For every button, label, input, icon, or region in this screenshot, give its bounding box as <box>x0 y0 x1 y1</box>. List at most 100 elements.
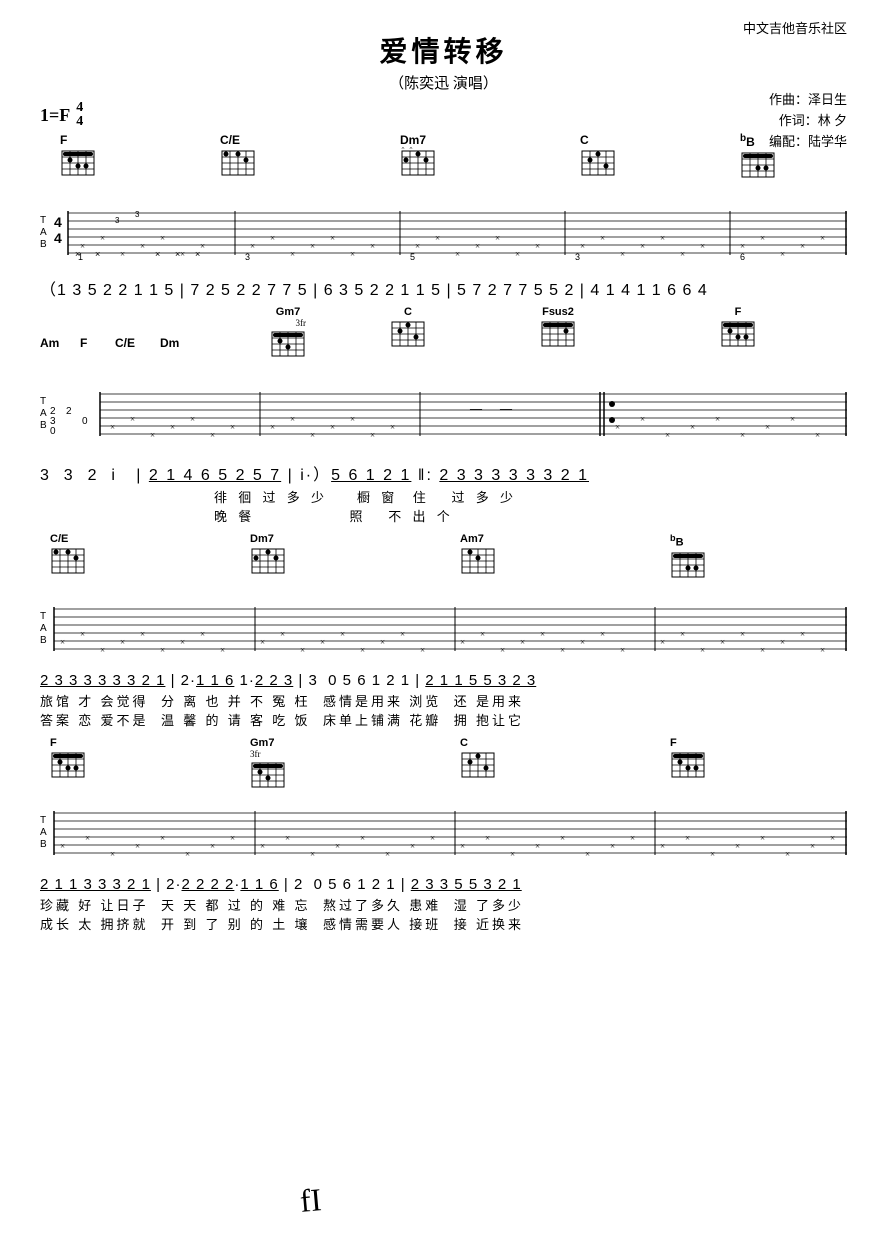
svg-text:×: × <box>830 833 835 843</box>
svg-text:×: × <box>330 233 335 243</box>
svg-text:×: × <box>285 833 290 843</box>
svg-text:×: × <box>60 637 65 647</box>
svg-text:×: × <box>660 841 665 851</box>
svg-text:A: A <box>40 227 47 238</box>
svg-text:×: × <box>380 637 385 647</box>
svg-text:×: × <box>140 241 145 251</box>
notation-block-4: 2 1 1 3 3 3 2 1 | 2·2 2 2 2·1 1 6 | 2 0 … <box>40 876 847 933</box>
svg-text:×: × <box>110 849 115 859</box>
svg-text:×: × <box>660 637 665 647</box>
svg-text:×: × <box>85 833 90 843</box>
bottom-fi-text: fI <box>298 1181 322 1220</box>
svg-text:×: × <box>780 249 785 259</box>
svg-text:×: × <box>760 233 765 243</box>
svg-text:×: × <box>820 645 825 655</box>
svg-text:×: × <box>735 841 740 851</box>
svg-text:×: × <box>535 241 540 251</box>
svg-text:×: × <box>515 249 520 259</box>
svg-text:×: × <box>420 645 425 655</box>
svg-text:×: × <box>160 833 165 843</box>
svg-text:×: × <box>210 430 215 440</box>
svg-text:×: × <box>700 645 705 655</box>
svg-text:B: B <box>40 635 47 646</box>
svg-text:×: × <box>710 849 715 859</box>
svg-text:×: × <box>760 645 765 655</box>
svg-text:×: × <box>360 645 365 655</box>
svg-text:B: B <box>40 839 47 850</box>
svg-text:×: × <box>260 637 265 647</box>
chord-CE-1: C/E <box>220 133 256 184</box>
svg-text:×: × <box>580 637 585 647</box>
svg-text:×: × <box>280 629 285 639</box>
svg-text:×: × <box>500 645 505 655</box>
svg-text:×: × <box>290 249 295 259</box>
svg-text:×: × <box>340 629 345 639</box>
svg-text:×: × <box>210 841 215 851</box>
svg-text:×: × <box>120 637 125 647</box>
svg-text:T: T <box>40 815 46 826</box>
svg-text:×: × <box>800 241 805 251</box>
svg-text:×: × <box>415 241 420 251</box>
chord-CE-3: C/E <box>50 533 86 582</box>
svg-text:×: × <box>560 833 565 843</box>
svg-text:×: × <box>820 233 825 243</box>
chord-Dm7-1: Dm7 × × <box>400 133 436 184</box>
site-label: 中文吉他音乐社区 <box>743 18 847 37</box>
svg-text:×: × <box>350 249 355 259</box>
svg-text:×: × <box>430 833 435 843</box>
svg-text:×: × <box>560 645 565 655</box>
svg-text:×: × <box>120 249 125 259</box>
svg-text:×: × <box>140 629 145 639</box>
svg-text:×: × <box>80 241 85 251</box>
svg-text:×: × <box>170 422 175 432</box>
chord-Fsus2-2: Fsus2 <box>540 306 576 355</box>
svg-text:×: × <box>230 422 235 432</box>
chord-Gm7-2: Gm7 3fr <box>270 306 306 365</box>
svg-text:×: × <box>510 849 515 859</box>
svg-text:×: × <box>800 629 805 639</box>
svg-text:×: × <box>200 629 205 639</box>
composer-credit: 作曲：泽日生 <box>769 90 847 111</box>
svg-text:×: × <box>715 414 720 424</box>
key-text: 1=F <box>40 105 70 126</box>
section-4-chords: F Gm7 3fr <box>40 737 847 805</box>
svg-text:×: × <box>520 637 525 647</box>
notation-block-3: 2 3 3 3 3 3 3 2 1 | 2·1 1 6 1·2 2 3 | 3 … <box>40 672 847 729</box>
svg-text:×: × <box>401 147 405 152</box>
svg-text:×: × <box>320 637 325 647</box>
svg-text:×: × <box>310 430 315 440</box>
svg-text:3: 3 <box>115 216 120 225</box>
svg-text:×: × <box>810 841 815 851</box>
svg-text:×: × <box>785 849 790 859</box>
svg-text:×: × <box>760 833 765 843</box>
svg-text:×: × <box>600 629 605 639</box>
svg-text:×: × <box>130 414 135 424</box>
svg-text:B: B <box>40 239 47 250</box>
time-sig: 4 4 <box>76 101 83 129</box>
svg-text:3: 3 <box>135 210 140 219</box>
svg-text:×: × <box>580 241 585 251</box>
svg-text:—: — <box>469 401 483 415</box>
chord-Dm7-3: Dm7 <box>250 533 286 582</box>
svg-text:×: × <box>790 414 795 424</box>
svg-text:A: A <box>40 827 47 838</box>
lyricist-credit: 作词：林 夕 <box>769 111 847 132</box>
svg-text:×: × <box>335 841 340 851</box>
svg-text:×: × <box>780 637 785 647</box>
svg-text:×: × <box>110 422 115 432</box>
subtitle: （陈奕迅 演唱） <box>40 72 847 93</box>
svg-text:×: × <box>180 637 185 647</box>
svg-text:×: × <box>535 841 540 851</box>
svg-text:×: × <box>100 645 105 655</box>
svg-text:×: × <box>350 414 355 424</box>
svg-text:×: × <box>409 147 413 152</box>
chord-diagrams-row1: F C/E <box>40 133 847 203</box>
svg-text:×: × <box>135 841 140 851</box>
svg-text:A: A <box>40 408 47 419</box>
section-2-chords: Am F C/E Dm Gm7 3fr C <box>40 306 847 384</box>
chord-Gm7-4: Gm7 3fr <box>250 737 286 796</box>
section-3-chords: C/E Dm7 <box>40 533 847 601</box>
svg-text:×: × <box>480 629 485 639</box>
svg-text:×: × <box>740 629 745 639</box>
svg-text:A: A <box>40 623 47 634</box>
